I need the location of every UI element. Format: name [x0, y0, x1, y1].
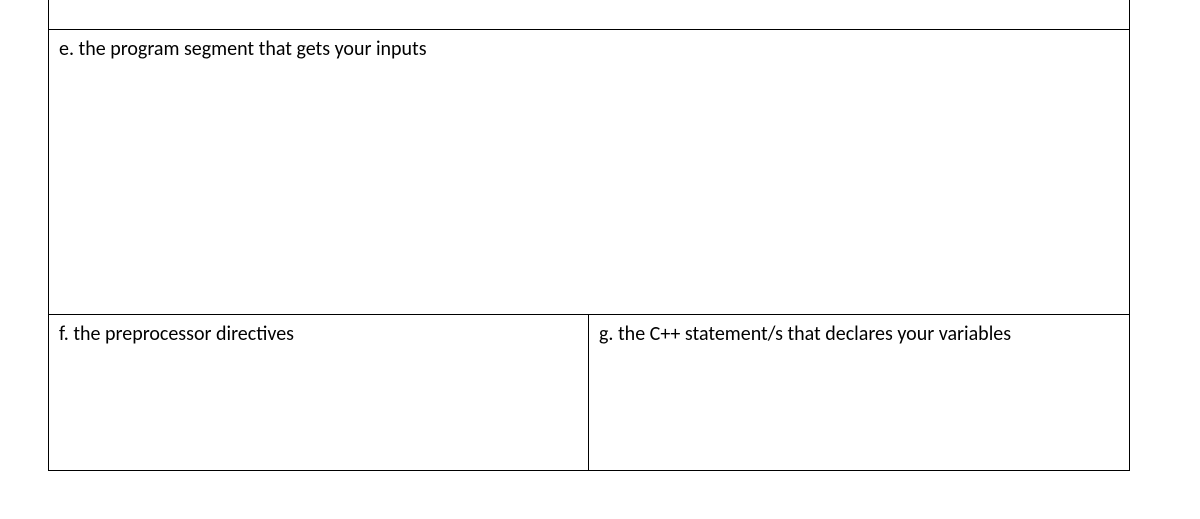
cell-f-label: f. the preprocessor directives: [59, 321, 578, 347]
cell-g: g. the C++ statement/s that declares you…: [589, 315, 1129, 470]
cell-f: f. the preprocessor directives: [49, 315, 589, 470]
cell-spacer: [49, 0, 1129, 29]
cell-e: e. the program segment that gets your in…: [49, 30, 1129, 314]
table-row: e. the program segment that gets your in…: [48, 30, 1130, 315]
table-row-spacer: [48, 0, 1130, 30]
cell-e-label: e. the program segment that gets your in…: [59, 36, 1119, 62]
worksheet-table: e. the program segment that gets your in…: [48, 0, 1130, 471]
table-row: f. the preprocessor directives g. the C+…: [48, 315, 1130, 471]
cell-g-label: g. the C++ statement/s that declares you…: [599, 321, 1119, 347]
